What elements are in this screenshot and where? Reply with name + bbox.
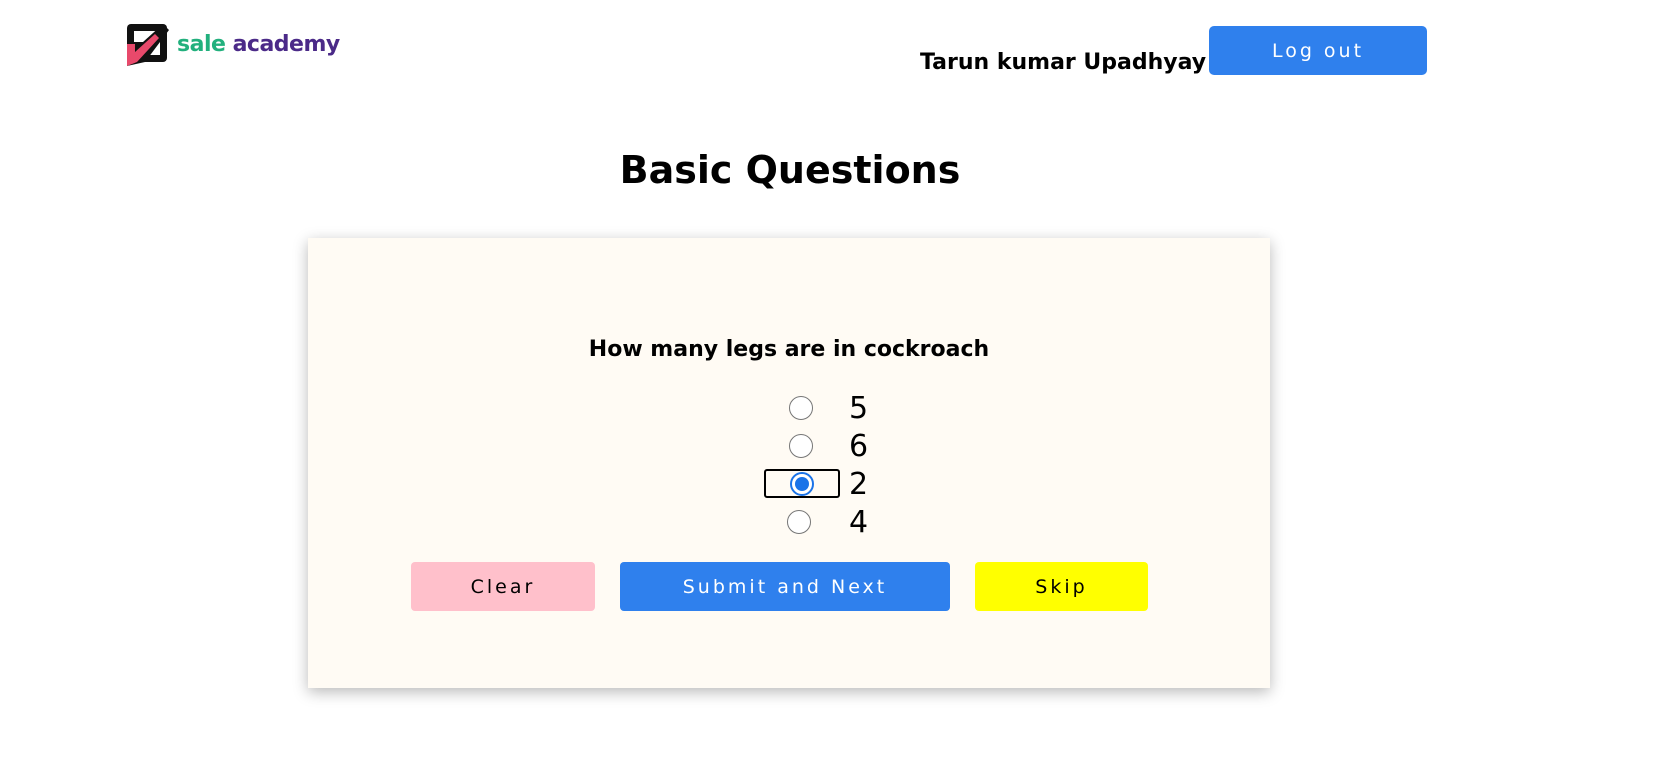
option-radio[interactable] <box>789 396 813 420</box>
option-label[interactable]: 5 <box>849 392 868 426</box>
option-label[interactable]: 6 <box>849 430 868 464</box>
page-title: Basic Questions <box>619 148 961 192</box>
logout-button[interactable]: Log out <box>1209 26 1427 75</box>
logo-text: sale academy <box>177 32 340 57</box>
option-row[interactable]: 5 <box>308 390 1270 428</box>
option-label[interactable]: 2 <box>849 468 868 502</box>
logo[interactable]: sale academy <box>125 22 340 66</box>
question-text: How many legs are in cockroach <box>588 337 990 362</box>
skip-button[interactable]: Skip <box>975 562 1148 611</box>
option-radio[interactable] <box>787 510 811 534</box>
sale-academy-logo-icon <box>127 24 169 66</box>
option-row[interactable]: 4 <box>308 504 1270 542</box>
option-row[interactable]: 2 <box>308 466 1270 504</box>
logo-word-academy: academy <box>232 31 341 57</box>
question-card: How many legs are in cockroach 5 6 2 4 C… <box>308 238 1270 688</box>
user-name: Tarun kumar Upadhyay <box>920 50 1207 75</box>
option-row[interactable]: 6 <box>308 428 1270 466</box>
logo-word-sale: sale <box>177 31 226 57</box>
option-radio-selected[interactable] <box>790 472 814 496</box>
clear-button[interactable]: Clear <box>411 562 595 611</box>
option-label[interactable]: 4 <box>849 506 868 540</box>
header: sale academy Tarun kumar Upadhyay Log ou… <box>0 0 1657 100</box>
submit-and-next-button[interactable]: Submit and Next <box>620 562 950 611</box>
answer-options: 5 6 2 4 <box>308 390 1270 542</box>
option-radio[interactable] <box>789 434 813 458</box>
